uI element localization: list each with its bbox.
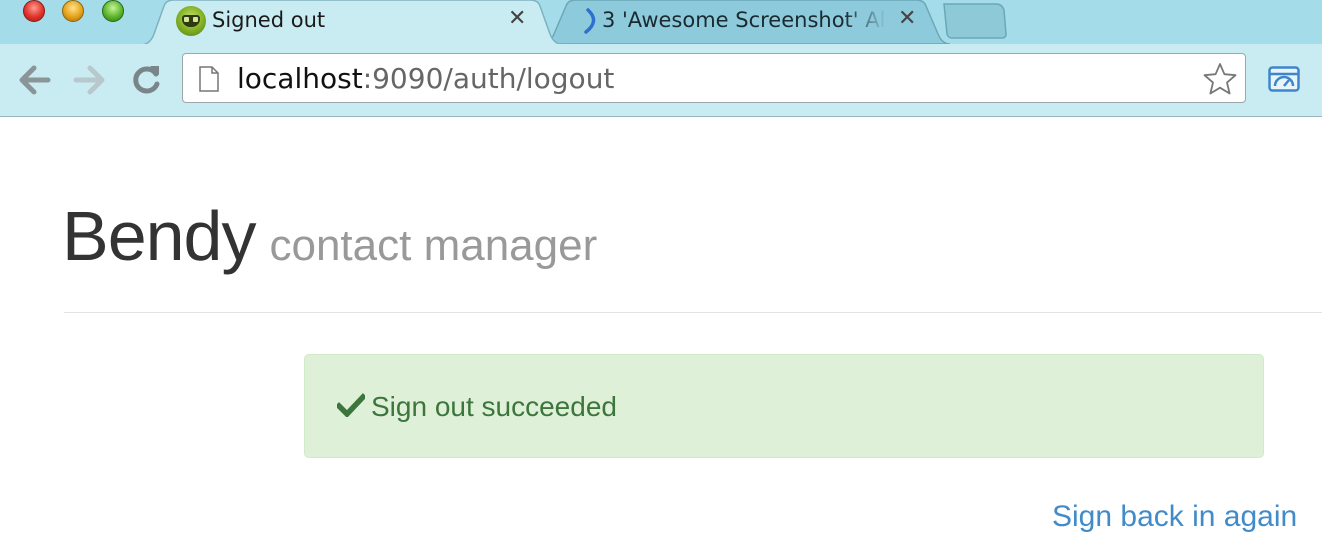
alert-message: Sign out succeeded [371,391,617,422]
header-divider [64,312,1322,313]
star-icon[interactable] [1203,62,1237,96]
minimize-window-icon[interactable] [62,0,84,22]
url-host: localhost [237,62,363,95]
brand-subtitle: contact manager [269,221,598,270]
browser-chrome: 3 'Awesome Screenshot' Al ✕ Signed out ✕… [0,0,1322,117]
checkmark-icon [337,393,365,417]
close-tab-icon[interactable]: ✕ [508,6,526,31]
new-tab-button[interactable] [940,0,1010,44]
reload-icon[interactable] [128,62,164,98]
tab-awesome-screenshot[interactable]: 3 'Awesome Screenshot' Al ✕ [540,0,950,44]
back-arrow-icon[interactable] [16,62,52,98]
site-favicon-icon [176,6,206,36]
extension-icon[interactable] [1268,66,1300,92]
zoom-window-icon[interactable] [102,0,124,22]
tab-title: Signed out [212,8,326,32]
brand-name: Bendy [62,197,256,275]
tab-signed-out[interactable]: Signed out ✕ [140,0,565,44]
loading-spinner-icon [584,8,596,34]
sign-back-in-link[interactable]: Sign back in again [1052,500,1297,534]
close-window-icon[interactable] [23,0,45,22]
page-header: Bendy contact manager [62,196,597,276]
page-icon [199,66,219,92]
close-tab-icon[interactable]: ✕ [898,6,916,31]
tab-strip: 3 'Awesome Screenshot' Al ✕ Signed out ✕ [0,0,1322,44]
success-alert: Sign out succeeded [304,354,1264,458]
url-path: :9090/auth/logout [362,62,615,95]
url-text[interactable]: localhost:9090/auth/logout [237,62,614,95]
tab-title: 3 'Awesome Screenshot' Al [602,8,886,32]
address-bar[interactable]: localhost:9090/auth/logout [182,53,1246,103]
forward-arrow-icon[interactable] [72,62,108,98]
